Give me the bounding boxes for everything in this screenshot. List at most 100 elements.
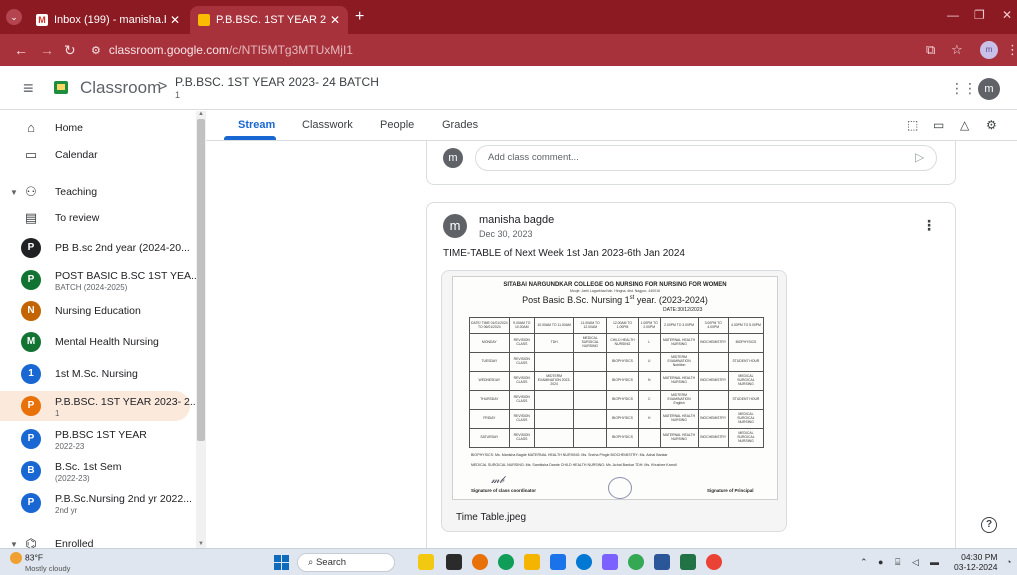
collapse-arrow-icon[interactable]: ▼: [10, 540, 18, 549]
timetable-cell: BIOCHEMISTRY: [697, 333, 729, 353]
reload-icon[interactable]: ↻: [64, 42, 76, 58]
app-name[interactable]: Classroom: [80, 78, 161, 98]
minimize-icon[interactable]: —: [947, 8, 959, 22]
attachment-preview[interactable]: SITABAI NARGUNDKAR COLLEGE OG NURSING FO…: [441, 270, 787, 532]
send-icon[interactable]: ▷: [915, 150, 924, 164]
tray-app-icon[interactable]: ●: [878, 557, 883, 567]
tab-people[interactable]: People: [380, 119, 414, 131]
timetable-cell: H: [637, 409, 661, 429]
tab-classwork[interactable]: Classwork: [302, 119, 353, 131]
people-icon: ⚇: [25, 184, 37, 199]
scroll-up-arrow-icon[interactable]: ▲: [198, 111, 204, 117]
class-avatar: M: [21, 332, 41, 352]
sidebar-item-to-review[interactable]: ▤ To review: [0, 203, 190, 233]
sidebar-section-enrolled[interactable]: ▼ ⌬ Enrolled: [0, 529, 190, 548]
classroom-logo-icon[interactable]: [54, 81, 68, 94]
bookmark-star-icon[interactable]: ☆: [951, 43, 963, 57]
excel-icon[interactable]: [680, 554, 696, 570]
class-subtitle: 2nd yr: [55, 506, 78, 515]
avatar: m: [443, 148, 463, 168]
sidebar-item-calendar[interactable]: ▭ Calendar: [0, 140, 190, 170]
class-subtitle: 1: [55, 409, 60, 418]
timetable-row: SATURDAY REVISION CLASS BIOPHYSICS MATERNAL…: [469, 428, 765, 448]
timetable-cell: MIDTERM EXAMINATION English: [659, 390, 699, 410]
restore-icon[interactable]: ❐: [974, 8, 985, 22]
sidebar-class-item[interactable]: P PB B.sc 2nd year (2024-20...: [0, 233, 190, 263]
account-avatar[interactable]: m: [978, 78, 1000, 100]
tab-grades[interactable]: Grades: [442, 119, 478, 131]
back-icon[interactable]: ←: [14, 42, 28, 58]
collapse-arrow-icon[interactable]: ▼: [10, 188, 18, 197]
class-avatar: P: [21, 270, 41, 290]
battery-icon[interactable]: ▬: [930, 557, 939, 567]
sidebar-class-item[interactable]: 1 1st M.Sc. Nursing: [0, 359, 190, 389]
sidebar-class-item[interactable]: P P.B.BSC. 1ST YEAR 2023- 2... 1: [0, 391, 196, 421]
clock[interactable]: 04:30 PM 03-12-2024: [954, 552, 997, 572]
close-tab-icon[interactable]: ✕: [170, 13, 180, 27]
timetable-cell: 10.00AM TO 11.00AM: [533, 317, 575, 334]
attachment-filename[interactable]: Time Table.jpeg: [456, 512, 526, 523]
taskbar-app-icon[interactable]: [472, 554, 488, 570]
tab-search-icon[interactable]: ⌄: [6, 9, 22, 25]
cast-icon[interactable]: ⧉: [926, 43, 935, 57]
post-options-icon[interactable]: ⋮: [922, 217, 936, 234]
sidebar-class-item[interactable]: P PB.BSC 1ST YEAR 2022-23: [0, 424, 190, 454]
sidebar-item-home[interactable]: ⌂ Home: [0, 113, 190, 143]
help-icon[interactable]: ?: [981, 517, 997, 533]
author-avatar[interactable]: m: [443, 214, 467, 238]
taskbar-search[interactable]: ⌕ Search: [297, 553, 395, 572]
main-menu-icon[interactable]: ≡: [23, 79, 34, 97]
tray-chevron-icon[interactable]: ⌃: [860, 557, 868, 568]
chrome-icon[interactable]: [628, 554, 644, 570]
site-info-icon[interactable]: ⚙: [91, 44, 101, 57]
edge-icon[interactable]: [576, 554, 592, 570]
drive-folder-icon[interactable]: △: [960, 118, 969, 132]
doc-footer-teachers-2: MEDICAL SURGICAL NURSING: Ms. Samiksha D…: [471, 463, 677, 467]
calendar-icon[interactable]: ▭: [933, 118, 944, 132]
new-tab-button[interactable]: +: [355, 9, 364, 25]
chrome-icon[interactable]: [706, 554, 722, 570]
sidebar-scrollbar[interactable]: ▲ ▼: [196, 111, 206, 548]
weather-widget[interactable]: 83°F Mostly cloudy: [10, 552, 70, 574]
browser-tab-gmail[interactable]: M Inbox (199) - manisha.bagde@ ✕: [28, 6, 188, 34]
close-window-icon[interactable]: ✕: [1002, 8, 1012, 22]
scroll-down-arrow-icon[interactable]: ▼: [198, 541, 204, 547]
home-icon: ⌂: [27, 120, 35, 135]
tab-stream[interactable]: Stream: [238, 119, 275, 131]
browser-menu-icon[interactable]: ⋮: [1006, 43, 1017, 57]
timetable-cell: STUDENT HOUR: [727, 390, 765, 410]
address-bar[interactable]: ⚙ classroom.google.com/c/NTI5MTg3MTUxMjI…: [85, 39, 921, 61]
taskbar-app-icon[interactable]: [602, 554, 618, 570]
sidebar-class-item[interactable]: B B.Sc. 1st Sem (2022-23): [0, 456, 190, 486]
taskbar-app-icon[interactable]: [446, 554, 462, 570]
sidebar-class-item[interactable]: M Mental Health Nursing: [0, 327, 190, 357]
taskbar-app-icon[interactable]: [550, 554, 566, 570]
weather-icon: [10, 552, 22, 564]
taskbar-app-icon[interactable]: [418, 554, 434, 570]
class-comment-input[interactable]: Add class comment...: [475, 145, 937, 171]
timetable-cell: MATERNAL HEALTH NURSING: [659, 428, 699, 448]
settings-gear-icon[interactable]: ⚙: [986, 118, 997, 132]
notification-bell-icon[interactable]: ◔: [1006, 557, 1011, 567]
network-icon[interactable]: ⌸: [895, 557, 900, 568]
sidebar-class-item[interactable]: N Nursing Education: [0, 296, 190, 326]
timetable-cell: REVISION CLASS: [508, 333, 535, 353]
file-explorer-icon[interactable]: [524, 554, 540, 570]
sidebar-class-item[interactable]: P P.B.Sc.Nursing 2nd yr 2022... 2nd yr: [0, 488, 192, 518]
sidebar-item-label: Calendar: [55, 149, 98, 161]
windows-start-icon[interactable]: [274, 555, 289, 570]
timetable-cell: TUESDAY: [469, 352, 510, 372]
browser-profile-avatar[interactable]: m: [980, 41, 998, 59]
scrollbar-thumb[interactable]: [197, 119, 205, 441]
forward-icon[interactable]: →: [40, 42, 54, 58]
word-icon[interactable]: [654, 554, 670, 570]
class-subtitle: (2022-23): [55, 474, 90, 483]
timetable-cell: STUDENT HOUR: [727, 352, 765, 372]
meet-video-icon[interactable]: ⬚: [907, 118, 918, 132]
volume-icon[interactable]: ◁: [912, 557, 919, 568]
taskbar-app-icon[interactable]: [498, 554, 514, 570]
timetable-cell: [533, 428, 575, 448]
sidebar-class-item[interactable]: P POST BASIC B.SC 1ST YEA... BATCH (2024-2…: [0, 265, 196, 295]
browser-tab-classroom[interactable]: P.B.BSC. 1ST YEAR 2023- 24 BA ✕: [190, 6, 348, 34]
close-tab-icon[interactable]: ✕: [330, 13, 340, 27]
